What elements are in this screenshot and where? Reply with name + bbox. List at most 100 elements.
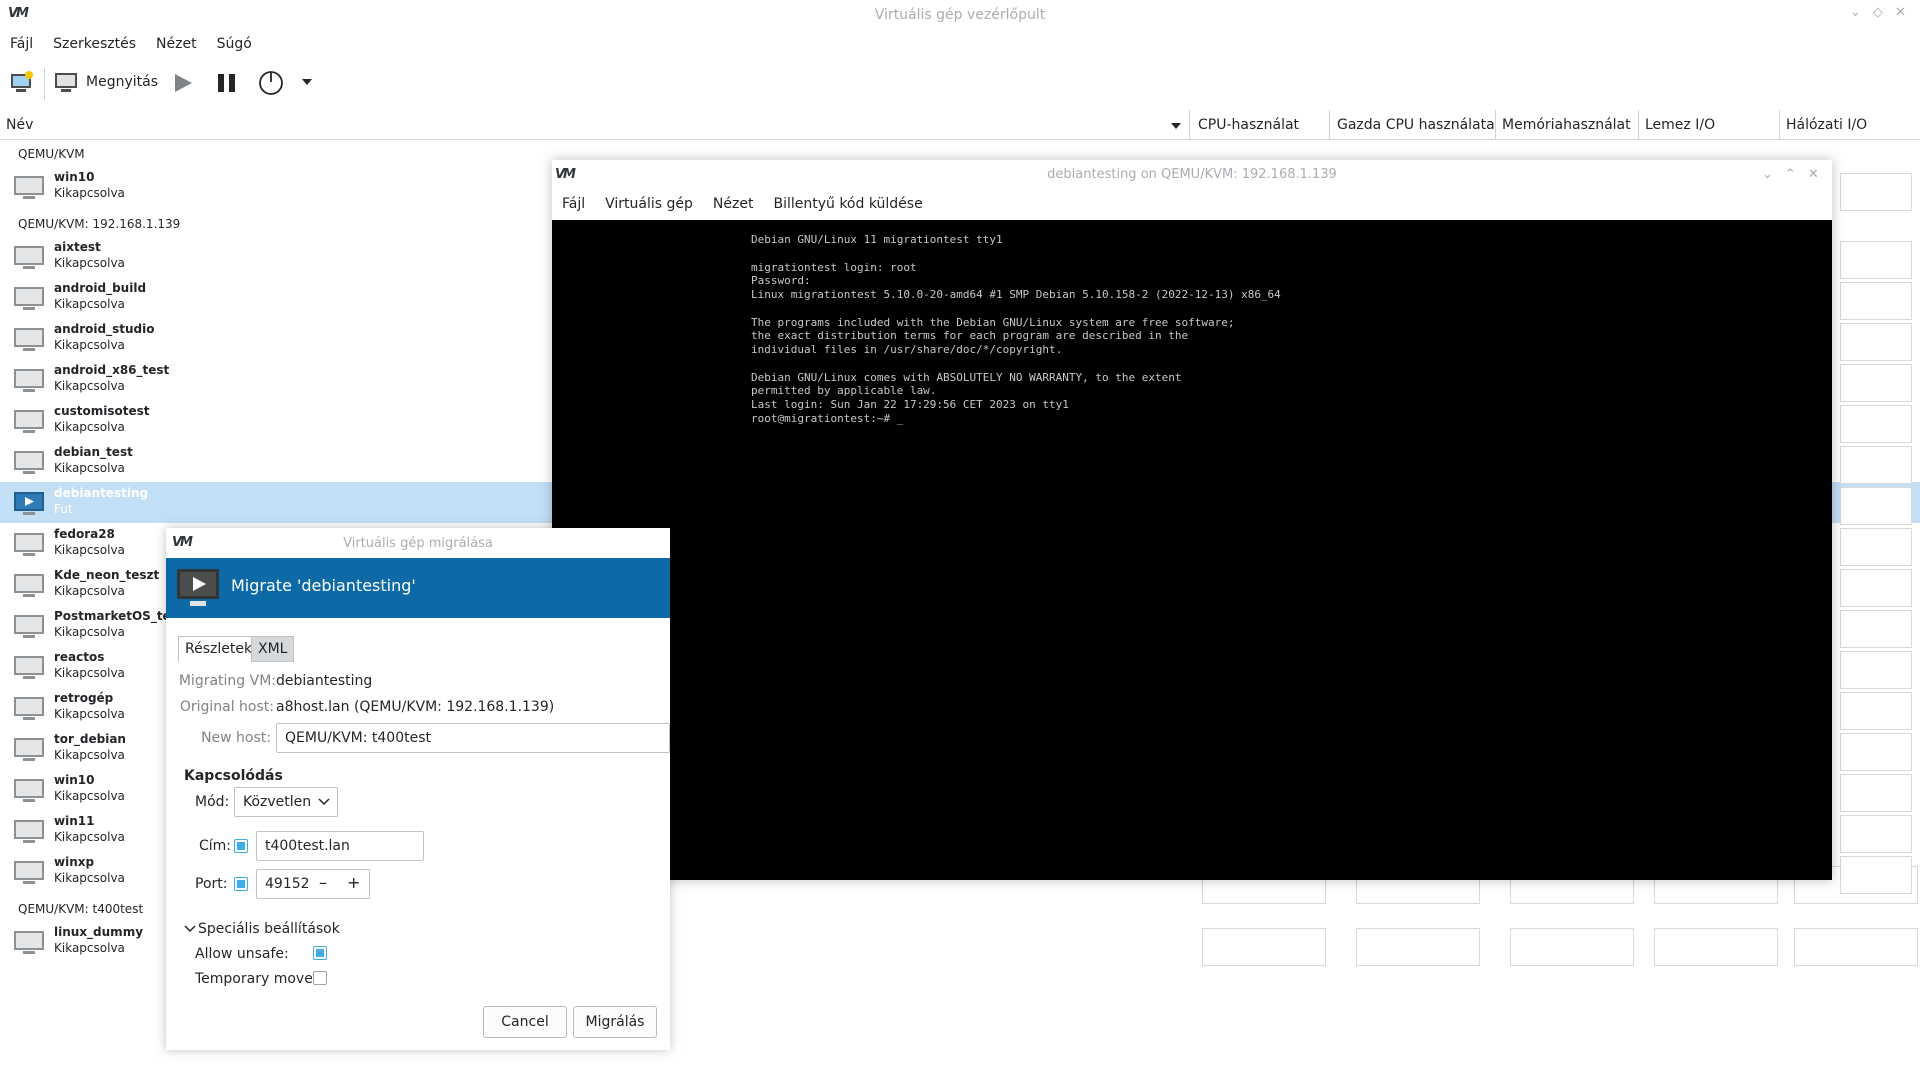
minimize-icon[interactable]: ⌄ <box>1850 5 1861 20</box>
allow-unsafe-checkbox[interactable] <box>313 946 327 960</box>
menu-edit[interactable]: Szerkesztés <box>53 30 136 58</box>
console-menu-send-key[interactable]: Billentyű kód küldése <box>773 196 922 212</box>
tab-details[interactable]: Részletek <box>178 636 260 662</box>
close-icon[interactable]: ✕ <box>1895 5 1906 20</box>
new-vm-button[interactable] <box>10 70 34 94</box>
vm-monitor-icon <box>14 697 44 720</box>
dialog-header-title: Migrate 'debiantesting' <box>231 576 416 595</box>
temporary-move-checkbox[interactable] <box>313 971 327 985</box>
minus-icon[interactable]: – <box>319 873 327 892</box>
usage-graph <box>1840 528 1912 566</box>
vm-name: android_x86_test <box>54 363 170 377</box>
column-memory[interactable]: Memóriahasználat <box>1502 117 1631 133</box>
play-icon <box>175 74 192 92</box>
menu-help[interactable]: Súgó <box>217 30 252 58</box>
new-host-label: New host: <box>201 730 271 746</box>
vm-console-window: VM debiantesting on QEMU/KVM: 192.168.1.… <box>552 160 1832 880</box>
connection-header[interactable]: QEMU/KVM: 192.168.1.139 <box>18 217 180 231</box>
vm-name: winxp <box>54 855 95 869</box>
mode-value: Közvetlen <box>243 794 312 810</box>
open-button[interactable]: Megnyitás <box>54 70 158 94</box>
column-separator <box>1779 110 1780 140</box>
minimize-icon[interactable]: ⌄ <box>1762 167 1773 182</box>
port-stepper[interactable]: 49152 – + <box>256 869 370 899</box>
connection-header[interactable]: QEMU/KVM: t400test <box>18 902 143 916</box>
usage-graph <box>1840 733 1912 771</box>
vm-name: android_studio <box>54 322 155 336</box>
console-screen[interactable]: Debian GNU/Linux 11 migrationtest tty1 m… <box>552 220 1832 880</box>
toolbar-separator <box>44 68 45 100</box>
cancel-button[interactable]: Cancel <box>483 1006 567 1038</box>
shutdown-dropdown[interactable] <box>302 78 312 86</box>
main-menubar: Fájl Szerkesztés Nézet Súgó <box>0 30 1920 58</box>
port-checkbox[interactable] <box>234 877 248 891</box>
vm-name: linux_dummy <box>54 925 144 939</box>
menu-file[interactable]: Fájl <box>10 30 33 58</box>
column-cpu-usage[interactable]: CPU-használat <box>1198 117 1299 133</box>
vm-monitor-icon <box>14 451 44 474</box>
vm-monitor-icon <box>14 328 44 351</box>
vm-status: Kikapcsolva <box>54 625 125 639</box>
vm-row[interactable]: win10 Kikapcsolva <box>0 166 560 207</box>
vm-name: customisotest <box>54 404 150 418</box>
vm-monitor-icon <box>14 369 44 392</box>
vm-icon <box>14 410 44 434</box>
new-host-combo[interactable]: QEMU/KVM: t400test <box>276 723 670 753</box>
migrating-vm-label: Migrating VM: <box>178 673 276 689</box>
vm-row[interactable]: android_studio Kikapcsolva <box>0 318 560 359</box>
address-field[interactable]: t400test.lan <box>256 831 424 861</box>
power-icon <box>259 71 283 95</box>
usage-graph <box>1356 928 1480 966</box>
vm-name: fedora28 <box>54 527 115 541</box>
console-menu-view[interactable]: Nézet <box>713 196 754 212</box>
pause-button[interactable] <box>216 72 238 94</box>
vm-row[interactable]: aixtest Kikapcsolva <box>0 236 560 277</box>
vm-row[interactable]: android_x86_test Kikapcsolva <box>0 359 560 400</box>
console-titlebar: VM debiantesting on QEMU/KVM: 192.168.1.… <box>552 160 1832 190</box>
maximize-icon[interactable]: ◇ <box>1873 5 1883 20</box>
tab-xml[interactable]: XML <box>251 636 295 662</box>
temporary-move-label: Temporary move: <box>195 971 318 987</box>
migrate-button[interactable]: Migrálás <box>573 1006 657 1038</box>
window-controls: ⌄ ◇ ✕ <box>1850 5 1906 20</box>
console-menu-file[interactable]: Fájl <box>562 196 585 212</box>
address-checkbox[interactable] <box>234 839 248 853</box>
connection-header[interactable]: QEMU/KVM <box>18 147 85 161</box>
vm-icon <box>14 861 44 885</box>
vm-row[interactable]: customisotest Kikapcsolva <box>0 400 560 441</box>
vm-monitor-icon <box>14 861 44 884</box>
run-button[interactable] <box>172 72 194 94</box>
shutdown-button[interactable] <box>258 70 284 96</box>
vm-name: reactos <box>54 650 105 664</box>
original-host-label: Original host: <box>179 699 274 715</box>
vm-name: aixtest <box>54 240 101 254</box>
vm-icon <box>14 492 44 516</box>
maximize-icon[interactable]: ⌃ <box>1785 167 1796 182</box>
column-disk-io[interactable]: Lemez I/O <box>1645 117 1715 133</box>
console-menu-vm[interactable]: Virtuális gép <box>605 196 693 212</box>
vm-icon <box>14 931 44 955</box>
column-network-io[interactable]: Hálózati I/O <box>1786 117 1867 133</box>
vm-monitor-icon <box>14 533 44 556</box>
menu-view[interactable]: Nézet <box>156 30 197 58</box>
vm-status: Kikapcsolva <box>54 789 125 803</box>
close-icon[interactable]: ✕ <box>1808 167 1819 182</box>
advanced-options-label: Speciális beállítások <box>198 921 340 937</box>
sort-down-icon[interactable] <box>1171 122 1181 130</box>
vm-row[interactable]: android_build Kikapcsolva <box>0 277 560 318</box>
vm-name: win11 <box>54 814 95 828</box>
column-host-cpu[interactable]: Gazda CPU használata <box>1337 117 1495 133</box>
connection-section-title: Kapcsolódás <box>184 768 283 784</box>
advanced-options-expander[interactable]: Speciális beállítások <box>184 921 340 937</box>
plus-icon[interactable]: + <box>347 873 360 892</box>
port-label: Port: <box>195 876 228 892</box>
usage-graph <box>1654 928 1778 966</box>
caret-down-icon <box>302 79 312 85</box>
column-name[interactable]: Név <box>6 117 33 133</box>
vm-status: Kikapcsolva <box>54 871 125 885</box>
vm-icon <box>14 287 44 311</box>
main-toolbar: Megnyitás <box>0 62 1920 106</box>
vm-row[interactable]: debian_test Kikapcsolva <box>0 441 560 482</box>
vm-icon <box>14 697 44 721</box>
mode-select[interactable]: Közvetlen <box>234 787 338 817</box>
